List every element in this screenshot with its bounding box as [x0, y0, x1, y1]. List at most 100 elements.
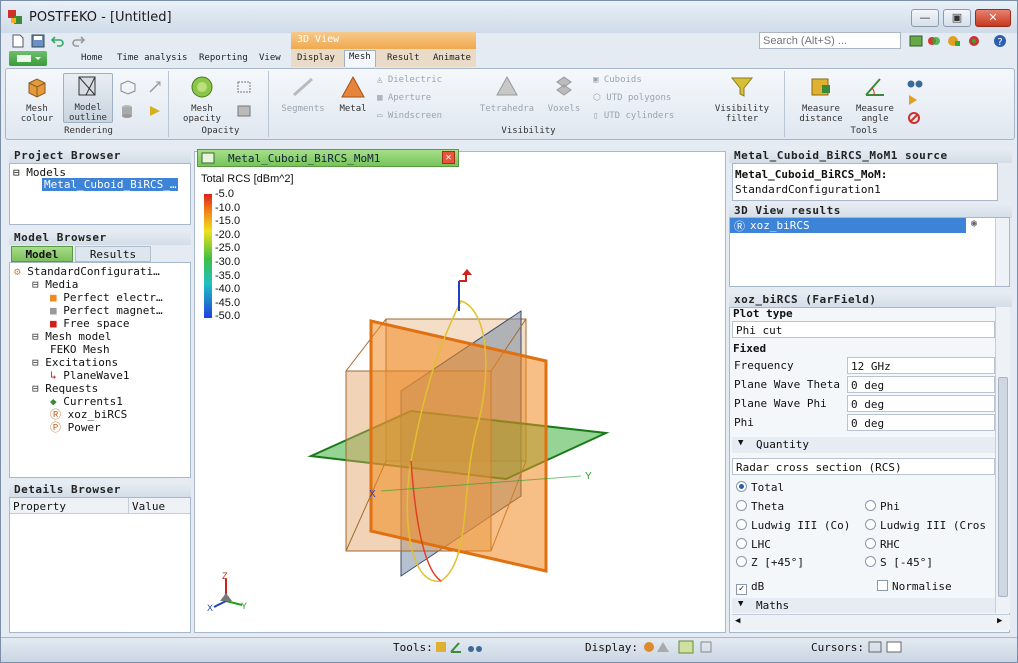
editfeko-icon[interactable] [947, 34, 961, 48]
model-tree-item[interactable]: Ⓟ Power [50, 421, 101, 434]
property-value-field[interactable]: 0 deg [847, 395, 995, 412]
quantity-radio[interactable]: Z [+45°] [736, 556, 804, 569]
voxels-button[interactable]: Voxels [543, 75, 585, 114]
collapse-icon[interactable]: ⊟ [32, 382, 45, 395]
wireframe-icon[interactable] [119, 79, 137, 95]
measure-distance-button[interactable]: Measure distance [793, 75, 849, 124]
aperture-button[interactable]: ▦ Aperture [377, 93, 431, 103]
results-item[interactable]: Ⓡ xoz_biRCS [730, 218, 966, 233]
status-cursor-icons[interactable] [867, 640, 907, 654]
layout-icon[interactable] [909, 34, 923, 48]
results-scrollbar[interactable] [995, 218, 1009, 286]
mesh-colour-button[interactable]: Mesh colour [15, 75, 59, 124]
status-display-icons[interactable] [641, 640, 721, 654]
tab-display[interactable]: Display [297, 53, 335, 63]
quantity-radio[interactable]: Ludwig III (Cros [865, 519, 986, 532]
application-menu-button[interactable] [9, 51, 47, 66]
utd-cylinders-button[interactable]: ▯ UTD cylinders [593, 111, 674, 121]
property-value-field[interactable]: 12 GHz [847, 357, 995, 374]
new-file-icon[interactable] [11, 34, 25, 48]
minimize-button[interactable]: — [911, 9, 939, 27]
close-button[interactable]: ✕ [975, 9, 1011, 27]
view-document-tab[interactable]: Metal_Cuboid_BiRCS_MoM1 [197, 149, 459, 167]
tab-model[interactable]: Model [11, 246, 73, 262]
tab-mesh[interactable]: Mesh [344, 50, 376, 67]
maths-section[interactable]: ▼ Maths [732, 598, 995, 613]
help-icon[interactable]: ? [993, 34, 1007, 48]
model-tree-item[interactable]: ⚙ StandardConfigurati… [14, 265, 160, 278]
quantity-radio[interactable]: Phi [865, 500, 900, 513]
quantity-radio[interactable]: LHC [736, 538, 771, 551]
quantity-radio[interactable]: Theta [736, 500, 784, 513]
property-value-field[interactable]: 0 deg [847, 376, 995, 393]
tab-animate[interactable]: Animate [433, 53, 471, 63]
mesh-opacity-button[interactable]: Mesh opacity [177, 75, 227, 124]
model-tree-item[interactable]: FEKO Mesh [50, 343, 110, 356]
utd-polygons-button[interactable]: ⬡ UTD polygons [593, 93, 671, 103]
quantity-radio[interactable]: Total [736, 481, 784, 494]
dielectric-button[interactable]: ◬ Dielectric [377, 75, 442, 85]
property-value-field[interactable]: 0 deg [847, 414, 995, 431]
cuboids-button[interactable]: ▣ Cuboids [593, 75, 642, 85]
tab-results[interactable]: Results [75, 246, 151, 262]
windscreen-button[interactable]: ▭ Windscreen [377, 111, 442, 121]
collapse-icon[interactable]: ⊟ [32, 330, 45, 343]
tab-result[interactable]: Result [387, 53, 420, 63]
collapse-icon[interactable]: ⊟ [13, 166, 20, 179]
model-tree-item[interactable]: ■ Perfect electr… [50, 291, 163, 304]
cadfeko-icon[interactable] [927, 34, 941, 48]
undo-icon[interactable] [51, 34, 65, 48]
search-input[interactable] [759, 32, 901, 49]
db-checkbox[interactable]: ✓ dB [736, 580, 764, 595]
clear-icon[interactable] [907, 111, 923, 125]
quantity-select[interactable]: Radar cross section (RCS) [732, 458, 995, 475]
quantity-section[interactable]: ▼ Quantity [732, 437, 995, 453]
status-tools-icons[interactable] [435, 640, 485, 654]
tab-reporting[interactable]: Reporting [199, 53, 248, 63]
visibility-filter-button[interactable]: Visibility filter [711, 75, 773, 124]
properties-scrollbar[interactable] [995, 307, 1010, 613]
rcs-scene[interactable] [261, 261, 641, 591]
collapse-icon[interactable]: ⊟ [32, 356, 45, 369]
scroll-right-icon[interactable]: ▶ [997, 616, 1002, 626]
tab-home[interactable]: Home [81, 53, 103, 63]
arrow-icon[interactable] [147, 103, 163, 119]
model-tree-item[interactable]: ⊟ Media [32, 278, 78, 291]
model-tree-item[interactable]: ⊟ Mesh model [32, 330, 111, 343]
rotate-icon[interactable] [235, 79, 253, 95]
cylinder-icon[interactable] [119, 103, 135, 119]
model-tree-item[interactable]: ⊟ Excitations [32, 356, 118, 369]
measure-angle-button[interactable]: Measure angle [849, 75, 901, 124]
quantity-radio[interactable]: RHC [865, 538, 900, 551]
project-tree-model-item[interactable]: Metal_Cuboid_BiRCS_… [42, 178, 179, 191]
quantity-radio[interactable]: S [-45°] [865, 556, 933, 569]
collapse-icon[interactable]: ⊟ [32, 278, 45, 291]
properties-hscrollbar[interactable]: ◀ ▶ [732, 614, 1010, 630]
model-tree-item[interactable]: ■ Perfect magnet… [50, 304, 163, 317]
tab-view[interactable]: View [259, 53, 281, 63]
visibility-eye-icon[interactable]: ◉ [968, 218, 980, 233]
context-tab-3d-view[interactable]: 3D View [291, 32, 476, 49]
segments-button[interactable]: Segments [279, 75, 327, 114]
normals-icon[interactable] [147, 79, 163, 95]
plot-type-select[interactable]: Phi cut [732, 321, 995, 338]
maximize-button[interactable]: ▣ [943, 9, 971, 27]
normalise-checkbox[interactable]: Normalise [877, 580, 952, 593]
model-tree-item[interactable]: Ⓡ xoz_biRCS [50, 408, 127, 421]
close-tab-icon[interactable]: ✕ [442, 151, 455, 164]
quantity-radio[interactable]: Ludwig III (Co) [736, 519, 850, 532]
export-icon[interactable] [907, 93, 923, 107]
save-icon[interactable] [31, 34, 45, 48]
model-outline-button[interactable]: Model outline [63, 73, 113, 123]
run-icon[interactable] [967, 34, 981, 48]
redo-icon[interactable] [71, 34, 85, 48]
tetrahedra-button[interactable]: Tetrahedra [479, 75, 535, 114]
model-tree-item[interactable]: ■ Free space [50, 317, 129, 330]
metal-button[interactable]: Metal [331, 75, 375, 114]
model-tree-item[interactable]: ⊟ Requests [32, 382, 98, 395]
model-tree-item[interactable]: ◆ Currents1 [50, 395, 123, 408]
scroll-left-icon[interactable]: ◀ [735, 616, 740, 626]
tab-time-analysis[interactable]: Time analysis [117, 53, 187, 63]
transparency-icon[interactable] [235, 103, 253, 119]
model-tree-item[interactable]: ↳ PlaneWave1 [50, 369, 129, 382]
